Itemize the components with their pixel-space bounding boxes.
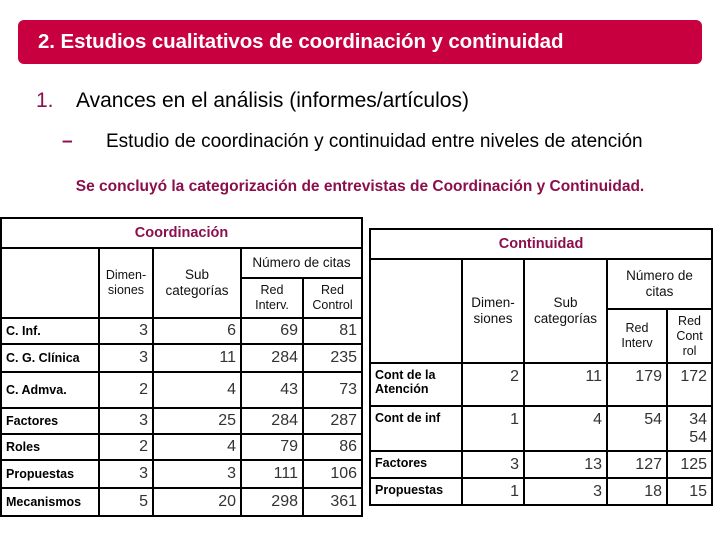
cell-red-interv: 284 [240, 407, 304, 435]
cell-red-control: 34 54 [665, 405, 714, 452]
header-blank-cell [0, 247, 100, 319]
slide-title: 2. Estudios cualitativos de coordinación… [38, 30, 564, 53]
cell-red-control: 15 [665, 477, 714, 506]
table-row: Propuestas 3 3 111 106 [0, 459, 364, 489]
cell-subcategorias: 6 [152, 317, 242, 345]
cell-subcategorias: 13 [523, 450, 608, 479]
cell-subcategorias: 4 [152, 371, 242, 409]
cell-subcategorias: 11 [523, 362, 608, 407]
row-label: Propuestas [0, 459, 100, 489]
cell-subcategorias: 20 [152, 487, 242, 517]
cell-red-control: 287 [301, 407, 364, 435]
cell-dimensiones: 1 [461, 477, 525, 506]
cell-dimensiones: 2 [98, 371, 154, 409]
cell-dimensiones: 2 [461, 362, 525, 407]
cell-red-interv: 111 [240, 459, 304, 489]
cell-red-interv: 179 [606, 362, 668, 407]
sub-item-text: Estudio de coordinación y continuidad en… [106, 131, 643, 152]
table-row: C. Inf. 3 6 69 81 [0, 317, 364, 345]
table-row: C. Admva. 2 4 43 73 [0, 371, 364, 409]
table-row: Cont de la Atención 2 11 179 172 [369, 362, 714, 407]
cell-dimensiones: 3 [98, 343, 154, 373]
cell-red-interv: 43 [240, 371, 304, 409]
table-row: Cont de inf 1 4 54 34 54 [369, 405, 714, 452]
cell-red-control: 235 [301, 343, 364, 373]
row-label: C. Admva. [0, 371, 100, 409]
row-label: Propuestas [369, 477, 463, 506]
cell-dimensiones: 5 [98, 487, 154, 517]
row-label: Roles [0, 433, 100, 461]
header-red-interv: Red Interv [606, 308, 668, 364]
cell-red-interv: 284 [240, 343, 304, 373]
table-row: Roles 2 4 79 86 [0, 433, 364, 461]
cell-subcategorias: 25 [152, 407, 242, 435]
cell-red-control: 106 [301, 459, 364, 489]
cell-red-interv: 54 [606, 405, 668, 452]
row-label: Factores [0, 407, 100, 435]
header-blank-cell [369, 258, 463, 364]
table-row: Factores 3 13 127 125 [369, 450, 714, 479]
table-row: Mecanismos 5 20 298 361 [0, 487, 364, 517]
header-dimensiones: Dimen- siones [98, 247, 154, 319]
slide-title-bar: 2. Estudios cualitativos de coordinación… [18, 20, 702, 64]
dash-bullet-icon: – [62, 131, 73, 152]
cell-red-interv: 127 [606, 450, 668, 479]
header-red-control: Red Control [301, 277, 364, 319]
cell-red-interv: 298 [240, 487, 304, 517]
cell-subcategorias: 3 [152, 459, 242, 489]
row-label: C. G. Clínica [0, 343, 100, 373]
list-number: 1. [36, 89, 54, 112]
cell-subcategorias: 11 [152, 343, 242, 373]
row-label: Factores [369, 450, 463, 479]
table-row: C. G. Clínica 3 11 284 235 [0, 343, 364, 373]
cell-dimensiones: 1 [461, 405, 525, 452]
numbered-list-item: 1. Avances en el análisis (informes/artí… [36, 89, 469, 113]
table-row: Propuestas 1 3 18 15 [369, 477, 714, 506]
cell-dimensiones: 2 [98, 433, 154, 461]
table-row: Factores 3 25 284 287 [0, 407, 364, 435]
cell-red-interv: 79 [240, 433, 304, 461]
row-label: Cont de inf [369, 405, 463, 452]
cell-red-interv: 18 [606, 477, 668, 506]
cell-red-control: 86 [301, 433, 364, 461]
cell-red-control: 73 [301, 371, 364, 409]
cell-dimensiones: 3 [98, 317, 154, 345]
coordinacion-title: Coordinación [0, 217, 364, 249]
sub-list-item: – Estudio de coordinación y continuidad … [62, 131, 643, 153]
cell-subcategorias: 4 [152, 433, 242, 461]
row-label: C. Inf. [0, 317, 100, 345]
continuidad-title: Continuidad [368, 228, 714, 260]
cell-subcategorias: 3 [523, 477, 608, 506]
header-red-control: Red Cont rol [665, 308, 714, 364]
cell-dimensiones: 3 [461, 450, 525, 479]
cell-dimensiones: 3 [98, 459, 154, 489]
list-item-text: Avances en el análisis (informes/artícul… [76, 89, 469, 112]
cell-red-control: 81 [301, 317, 364, 345]
row-label: Cont de la Atención [369, 362, 463, 407]
header-subcategorias: Sub categorías [523, 258, 608, 364]
header-numero-citas: Número de citas [239, 247, 364, 279]
cell-subcategorias: 4 [523, 405, 608, 452]
header-subcategorias: Sub categorías [152, 247, 242, 319]
header-numero-citas: Número de citas [605, 258, 714, 310]
cell-red-control: 361 [301, 487, 364, 517]
row-label: Mecanismos [0, 487, 100, 517]
cell-red-control: 172 [665, 362, 714, 407]
header-dimensiones: Dimen- siones [461, 258, 525, 364]
cell-red-control: 125 [665, 450, 714, 479]
cell-red-interv: 69 [240, 317, 304, 345]
cell-dimensiones: 3 [98, 407, 154, 435]
conclusion-text: Se concluyó la categorización de entrevi… [75, 178, 645, 195]
coordinacion-table: Coordinación Dimen- siones Sub categoría… [0, 217, 364, 517]
continuidad-table: Continuidad Dimen- siones Sub categorías… [368, 228, 714, 506]
header-red-interv: Red Interv. [240, 277, 304, 319]
